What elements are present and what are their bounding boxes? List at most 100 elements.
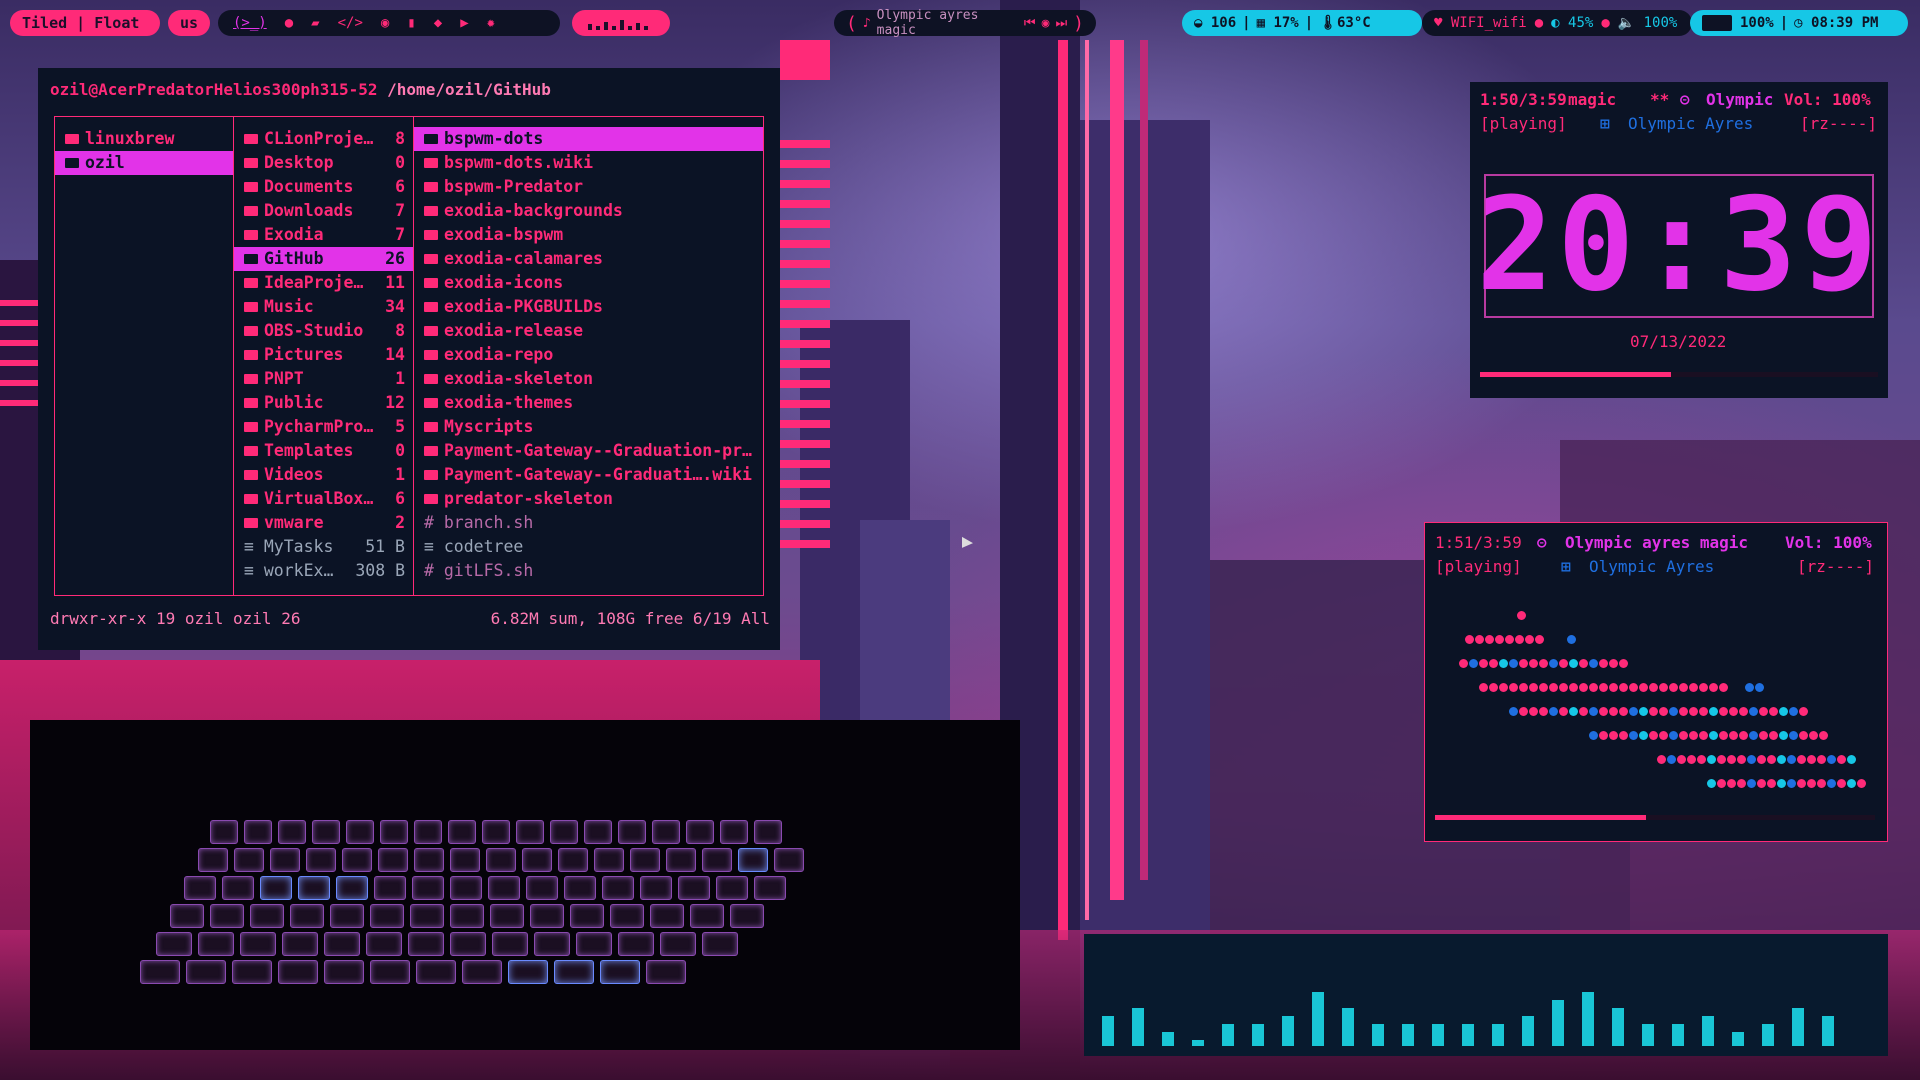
- file-entry[interactable]: exodia-skeleton: [414, 367, 763, 391]
- chat-icon[interactable]: ◆: [434, 15, 442, 31]
- settings-icon[interactable]: ✹: [487, 15, 495, 31]
- wallpaper-neon: [0, 360, 40, 366]
- file-entry[interactable]: Myscripts: [414, 415, 763, 439]
- file-entry[interactable]: Desktop 0: [234, 151, 413, 175]
- visualizer-dot: [1667, 755, 1676, 764]
- file-name: Downloads: [264, 201, 354, 220]
- file-entry[interactable]: Music 34: [234, 295, 413, 319]
- file-entry[interactable]: bspwm-dots: [414, 127, 763, 151]
- code-icon[interactable]: </>: [338, 15, 363, 31]
- file-entry[interactable]: Documents 6: [234, 175, 413, 199]
- notes-icon[interactable]: ▮: [407, 15, 415, 31]
- next-track-icon[interactable]: ⏭: [1055, 16, 1067, 31]
- folder-icon: [244, 422, 258, 432]
- file-name: codetree: [443, 537, 524, 556]
- file-name: Videos: [264, 465, 324, 484]
- file-entry[interactable]: VirtualBox… 6: [234, 487, 413, 511]
- visualizer-dot: [1629, 707, 1638, 716]
- file-entry[interactable]: PNPT 1: [234, 367, 413, 391]
- file-name: Pictures: [264, 345, 344, 364]
- file-entry[interactable]: # gitLFS.sh: [414, 559, 763, 583]
- visualizer-dot: [1599, 659, 1608, 668]
- keyboard-key: [508, 960, 548, 984]
- file-entry[interactable]: ≡ MyTasks 51 B: [234, 535, 413, 559]
- file-entry[interactable]: Exodia 7: [234, 223, 413, 247]
- visualizer-bar: [1132, 1008, 1144, 1046]
- visualizer-dot: [1727, 755, 1736, 764]
- visualizer-dot: [1797, 755, 1806, 764]
- file-entry[interactable]: CLionProje… 8: [234, 127, 413, 151]
- file-entry[interactable]: predator-skeleton: [414, 487, 763, 511]
- file-entry[interactable]: exodia-calamares: [414, 247, 763, 271]
- visualizer-dot: [1799, 707, 1808, 716]
- file-entry[interactable]: Payment-Gateway--Graduation-pr…: [414, 439, 763, 463]
- file-entry[interactable]: exodia-repo: [414, 343, 763, 367]
- play-pause-icon[interactable]: ◉: [1042, 16, 1050, 31]
- file-entry[interactable]: Videos 1: [234, 463, 413, 487]
- visualizer-dot: [1709, 707, 1718, 716]
- file-entry[interactable]: exodia-themes: [414, 391, 763, 415]
- bar-time[interactable]: 08:39 PM: [1811, 15, 1878, 31]
- visualizer-dot: [1599, 707, 1608, 716]
- file-entry[interactable]: vmware 2: [234, 511, 413, 535]
- keyboard-key: [738, 848, 768, 872]
- file-entry[interactable]: GitHub 26: [234, 247, 413, 271]
- file-name: Templates: [264, 441, 354, 460]
- file-entry[interactable]: ≡ workEx… 308 B: [234, 559, 413, 583]
- keyboard-key: [522, 848, 552, 872]
- terminal-icon[interactable]: (>_): [233, 15, 267, 31]
- file-entry[interactable]: exodia-release: [414, 319, 763, 343]
- file-entry[interactable]: Downloads 7: [234, 199, 413, 223]
- visualizer-bar: [1162, 1032, 1174, 1046]
- folder-icon: [244, 518, 258, 528]
- folder-icon[interactable]: ▰: [311, 15, 319, 31]
- file-entry[interactable]: Pictures 14: [234, 343, 413, 367]
- visualizer-dot: [1569, 659, 1578, 668]
- folder-icon: [424, 446, 438, 456]
- wifi-name[interactable]: WIFI_wifi: [1451, 15, 1527, 31]
- file-entry[interactable]: exodia-backgrounds: [414, 199, 763, 223]
- file-entry[interactable]: Payment-Gateway--Graduati….wiki: [414, 463, 763, 487]
- file-entry[interactable]: bspwm-dots.wiki: [414, 151, 763, 175]
- file-entry[interactable]: # branch.sh: [414, 511, 763, 535]
- file-entry[interactable]: ≡ codetree: [414, 535, 763, 559]
- keyboard-layout[interactable]: us: [168, 10, 210, 36]
- firefox-icon[interactable]: ●: [285, 15, 293, 31]
- folder-icon: [244, 398, 258, 408]
- visualizer-bar: [1672, 1024, 1684, 1046]
- youtube-icon[interactable]: ▶: [460, 15, 468, 31]
- keyboard-key: [240, 932, 276, 956]
- disk-summary: 6.82M sum, 108G free 6/19 All: [490, 609, 770, 628]
- visualizer-dot: [1749, 731, 1758, 740]
- file-entry[interactable]: PycharmPro… 5: [234, 415, 413, 439]
- visualizer-dot: [1699, 683, 1708, 692]
- github-icon[interactable]: ◉: [381, 15, 389, 31]
- volume-value[interactable]: 100%: [1644, 15, 1678, 31]
- file-entry[interactable]: bspwm-Predator: [414, 175, 763, 199]
- file-entry[interactable]: exodia-PKGBUILDs: [414, 295, 763, 319]
- file-entry[interactable]: exodia-bspwm: [414, 223, 763, 247]
- ranger-window[interactable]: ozil@AcerPredatorHelios300ph315-52 /home…: [38, 68, 780, 650]
- previous-track-icon[interactable]: ⏮: [1024, 16, 1036, 31]
- visualizer-bar: [1522, 1016, 1534, 1046]
- file-entry[interactable]: Public 12: [234, 391, 413, 415]
- keyboard-key: [374, 876, 406, 900]
- file-entry[interactable]: Templates 0: [234, 439, 413, 463]
- file-entry[interactable]: IdeaProje… 11: [234, 271, 413, 295]
- layout-indicator[interactable]: Tiled | Float: [10, 10, 160, 36]
- visualizer-dot: [1669, 707, 1678, 716]
- visualizer-dot: [1817, 755, 1826, 764]
- keyboard-photo-window[interactable]: [30, 720, 1020, 1050]
- folder-icon: [65, 158, 79, 168]
- brightness-value[interactable]: 45%: [1568, 15, 1593, 31]
- music-module[interactable]: ( ♪ Olympic ayres magic ⏮ ◉ ⏭ ): [834, 8, 1096, 38]
- file-name: exodia-themes: [444, 393, 574, 412]
- visualizer-dot: [1717, 755, 1726, 764]
- file-entry[interactable]: ozil: [55, 151, 233, 175]
- file-entry[interactable]: exodia-icons: [414, 271, 763, 295]
- file-entry[interactable]: linuxbrew: [55, 127, 233, 151]
- file-entry[interactable]: OBS-Studio 8: [234, 319, 413, 343]
- keyboard-key: [610, 904, 644, 928]
- player-state: [playing]: [1480, 114, 1567, 133]
- keyboard-key: [550, 820, 578, 844]
